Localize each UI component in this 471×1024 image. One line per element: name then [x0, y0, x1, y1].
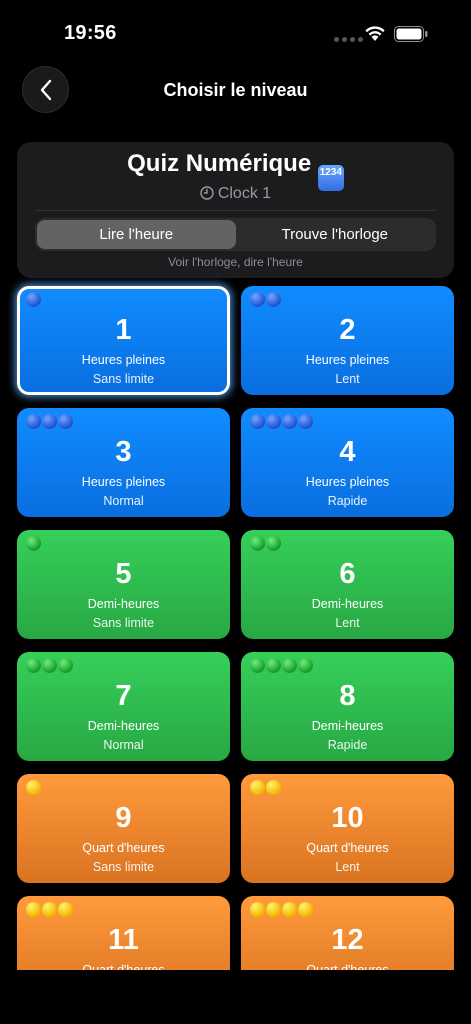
level-number: 5 — [115, 558, 132, 590]
orange-circle-icon — [282, 902, 297, 917]
orange-circle-icon — [58, 902, 73, 917]
level-card-8[interactable]: 8 Demi-heures Rapide — [241, 652, 454, 761]
level-card-12[interactable]: 12 Quart d'heures — [241, 896, 454, 970]
green-circle-icon — [250, 536, 265, 551]
level-type: Demi-heures — [311, 719, 384, 733]
blue-circle-icon — [250, 292, 265, 307]
level-type: Quart d'heures — [306, 841, 389, 855]
level-card-4[interactable]: 4 Heures pleines Rapide — [241, 408, 454, 517]
difficulty-dots — [26, 780, 41, 795]
level-number: 9 — [115, 802, 132, 834]
blue-circle-icon — [298, 414, 313, 429]
level-speed: Sans limite — [92, 860, 155, 874]
level-type: Heures pleines — [81, 475, 166, 489]
level-grid: 1 Heures pleines Sans limite 2 Heures pleine… — [0, 0, 471, 970]
level-speed: Normal — [103, 738, 144, 752]
orange-circle-icon — [42, 902, 57, 917]
level-type: Demi-heures — [87, 719, 160, 733]
difficulty-dots — [26, 902, 73, 917]
orange-circle-icon — [250, 902, 265, 917]
blue-circle-icon — [26, 414, 41, 429]
level-card-7[interactable]: 7 Demi-heures Normal — [17, 652, 230, 761]
difficulty-dots — [250, 292, 281, 307]
level-card-9[interactable]: 9 Quart d'heures Sans limite — [17, 774, 230, 883]
blue-circle-icon — [282, 414, 297, 429]
level-speed: Sans limite — [92, 372, 155, 386]
level-type: Heures pleines — [81, 353, 166, 367]
blue-circle-icon — [58, 414, 73, 429]
level-card-10[interactable]: 10 Quart d'heures Lent — [241, 774, 454, 883]
level-card-2[interactable]: 2 Heures pleines Lent — [241, 286, 454, 395]
blue-circle-icon — [26, 292, 41, 307]
blue-circle-icon — [250, 414, 265, 429]
level-number: 6 — [339, 558, 356, 590]
green-circle-icon — [42, 658, 57, 673]
difficulty-dots — [26, 292, 41, 307]
level-card-11[interactable]: 11 Quart d'heures — [17, 896, 230, 970]
level-type: Heures pleines — [305, 475, 390, 489]
blue-circle-icon — [42, 414, 57, 429]
blue-circle-icon — [266, 414, 281, 429]
level-number: 3 — [115, 436, 132, 468]
difficulty-dots — [250, 902, 313, 917]
green-circle-icon — [26, 658, 41, 673]
green-circle-icon — [250, 658, 265, 673]
level-speed: Lent — [335, 860, 360, 874]
orange-circle-icon — [250, 780, 265, 795]
difficulty-dots — [26, 658, 73, 673]
orange-circle-icon — [298, 902, 313, 917]
level-speed: Rapide — [327, 738, 368, 752]
level-number: 7 — [115, 680, 132, 712]
orange-circle-icon — [266, 780, 281, 795]
level-number: 2 — [339, 314, 356, 346]
difficulty-dots — [26, 536, 41, 551]
green-circle-icon — [266, 658, 281, 673]
level-number: 10 — [331, 802, 364, 834]
level-number: 11 — [108, 924, 139, 956]
level-card-6[interactable]: 6 Demi-heures Lent — [241, 530, 454, 639]
level-type: Demi-heures — [87, 597, 160, 611]
green-circle-icon — [266, 536, 281, 551]
difficulty-dots — [250, 536, 281, 551]
level-speed: Rapide — [327, 494, 368, 508]
level-speed: Sans limite — [92, 616, 155, 630]
level-speed: Lent — [335, 616, 360, 630]
level-type: Heures pleines — [305, 353, 390, 367]
green-circle-icon — [298, 658, 313, 673]
blue-circle-icon — [266, 292, 281, 307]
difficulty-dots — [250, 780, 281, 795]
level-type: Quart d'heures — [82, 841, 165, 855]
level-number: 1 — [115, 314, 132, 346]
green-circle-icon — [282, 658, 297, 673]
difficulty-dots — [26, 414, 73, 429]
orange-circle-icon — [26, 780, 41, 795]
orange-circle-icon — [266, 902, 281, 917]
level-number: 12 — [331, 924, 364, 956]
orange-circle-icon — [26, 902, 41, 917]
level-number: 8 — [339, 680, 356, 712]
level-number: 4 — [339, 436, 356, 468]
level-card-3[interactable]: 3 Heures pleines Normal — [17, 408, 230, 517]
difficulty-dots — [250, 414, 313, 429]
difficulty-dots — [250, 658, 313, 673]
level-card-5[interactable]: 5 Demi-heures Sans limite — [17, 530, 230, 639]
green-circle-icon — [26, 536, 41, 551]
level-card-1[interactable]: 1 Heures pleines Sans limite — [17, 286, 230, 395]
level-speed: Normal — [103, 494, 144, 508]
level-type: Quart d'heures — [82, 963, 165, 970]
level-speed: Lent — [335, 372, 360, 386]
green-circle-icon — [58, 658, 73, 673]
level-type: Demi-heures — [311, 597, 384, 611]
level-type: Quart d'heures — [306, 963, 389, 970]
